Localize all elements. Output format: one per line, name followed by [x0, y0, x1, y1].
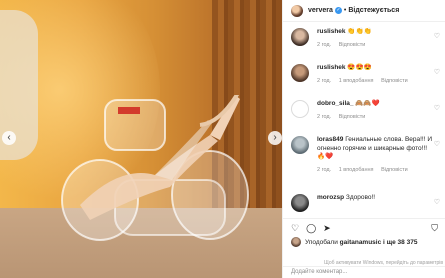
liker-avatar	[291, 237, 301, 247]
reply-button[interactable]: Відповісти	[381, 78, 408, 84]
comment-meta: 2 год. 1 вподобання Відповісти	[317, 78, 432, 84]
like-comment-heart-icon[interactable]: ♡	[434, 68, 440, 76]
commenter-username[interactable]: ruslishek	[317, 28, 346, 35]
comment-text: 😍😍😍	[347, 64, 372, 71]
post-header: ververa ✓ • Відстежується	[283, 0, 445, 22]
liked-by: Уподобали gaitanamusic і ще 38 375	[283, 237, 445, 247]
like-comment-heart-icon[interactable]: ♡	[434, 104, 440, 112]
comment-body: ruslishek 👏👏👏	[317, 28, 432, 37]
comment-list: ruslishek 👏👏👏 2 год. Відповісти ♡ ruslis…	[283, 28, 445, 214]
share-icon[interactable]: ➤	[323, 223, 331, 234]
liked-by-user[interactable]: gaitanamusic	[340, 239, 382, 246]
comment-icon[interactable]: ◯	[306, 223, 316, 234]
reply-button[interactable]: Відповісти	[381, 167, 408, 173]
comment-item: ruslishek 👏👏👏 2 год. Відповісти ♡	[283, 28, 445, 64]
liked-by-count[interactable]: і ще 38 375	[383, 239, 417, 246]
verified-icon: ✓	[334, 7, 342, 14]
comment-item: dobro_sila_ 🙈🙈❤️ 2 год. Відповісти ♡	[283, 100, 445, 136]
commenter-avatar[interactable]	[291, 28, 309, 46]
author-username[interactable]: ververa	[308, 7, 333, 14]
post-footer: ♡ ◯ ➤ ⛉ Уподобали gaitanamusic і ще 38 3…	[283, 218, 445, 247]
post-sidebar: ververa ✓ • Відстежується ruslishek 👏👏👏 …	[282, 0, 445, 278]
comment-text: 👏👏👏	[347, 28, 372, 35]
comment-time: 2 год.	[317, 41, 332, 48]
commenter-avatar[interactable]	[291, 194, 309, 212]
post-photo[interactable]: ‹ ›	[0, 0, 282, 278]
comment-text: Здорово!!	[345, 194, 376, 201]
comment-text: 🙈🙈❤️	[355, 100, 380, 107]
heart-icon[interactable]: ♡	[291, 223, 299, 234]
comment-time: 2 год.	[317, 166, 332, 173]
reply-button[interactable]: Відповісти	[339, 42, 366, 48]
comment-likes[interactable]: 1 вподобання	[339, 167, 374, 173]
comment-item: ruslishek 😍😍😍 2 год. 1 вподобання Відпов…	[283, 64, 445, 100]
commenter-avatar[interactable]	[291, 100, 309, 118]
comment-item: morozsp Здорово!! ♡	[283, 194, 445, 214]
comment-meta: 2 год. 1 вподобання Відповісти	[317, 167, 432, 173]
add-comment-input[interactable]: Додайте коментар...	[283, 266, 445, 278]
comment-likes[interactable]: 1 вподобання	[339, 78, 374, 84]
commenter-username[interactable]: loras849	[317, 136, 343, 143]
commenter-username[interactable]: morozsp	[317, 194, 344, 201]
commenter-username[interactable]: ruslishek	[317, 64, 346, 71]
like-comment-heart-icon[interactable]: ♡	[434, 32, 440, 40]
previous-photo-chevron-left-icon[interactable]: ‹	[2, 131, 16, 145]
comment-time: 2 год.	[317, 113, 332, 120]
commenter-avatar[interactable]	[291, 64, 309, 82]
reply-button[interactable]: Відповісти	[339, 114, 366, 120]
liked-by-prefix: Уподобали	[305, 238, 338, 246]
following-button[interactable]: Відстежується	[348, 7, 399, 14]
author-avatar[interactable]	[291, 4, 303, 17]
next-photo-chevron-right-icon[interactable]: ›	[268, 131, 282, 145]
comment-body: dobro_sila_ 🙈🙈❤️	[317, 100, 432, 109]
like-comment-heart-icon[interactable]: ♡	[434, 140, 440, 148]
commenter-avatar[interactable]	[291, 136, 309, 154]
action-bar: ♡ ◯ ➤ ⛉	[283, 219, 445, 237]
inflatable-armchair	[61, 95, 249, 241]
comment-meta: 2 год. Відповісти	[317, 114, 432, 120]
comment-body: ruslishek 😍😍😍	[317, 64, 432, 73]
comment-time: 2 год.	[317, 77, 332, 84]
comment-body: morozsp Здорово!!	[317, 194, 432, 203]
bookmark-icon[interactable]: ⛉	[431, 223, 438, 234]
comment-body: loras849 Гениальные слова. Вера!!! И огн…	[317, 136, 432, 162]
comment-meta: 2 год. Відповісти	[317, 42, 432, 48]
commenter-username[interactable]: dobro_sila_	[317, 100, 353, 107]
like-comment-heart-icon[interactable]: ♡	[434, 198, 440, 206]
comment-item: loras849 Гениальные слова. Вера!!! И огн…	[283, 136, 445, 194]
header-separator: •	[343, 7, 347, 14]
